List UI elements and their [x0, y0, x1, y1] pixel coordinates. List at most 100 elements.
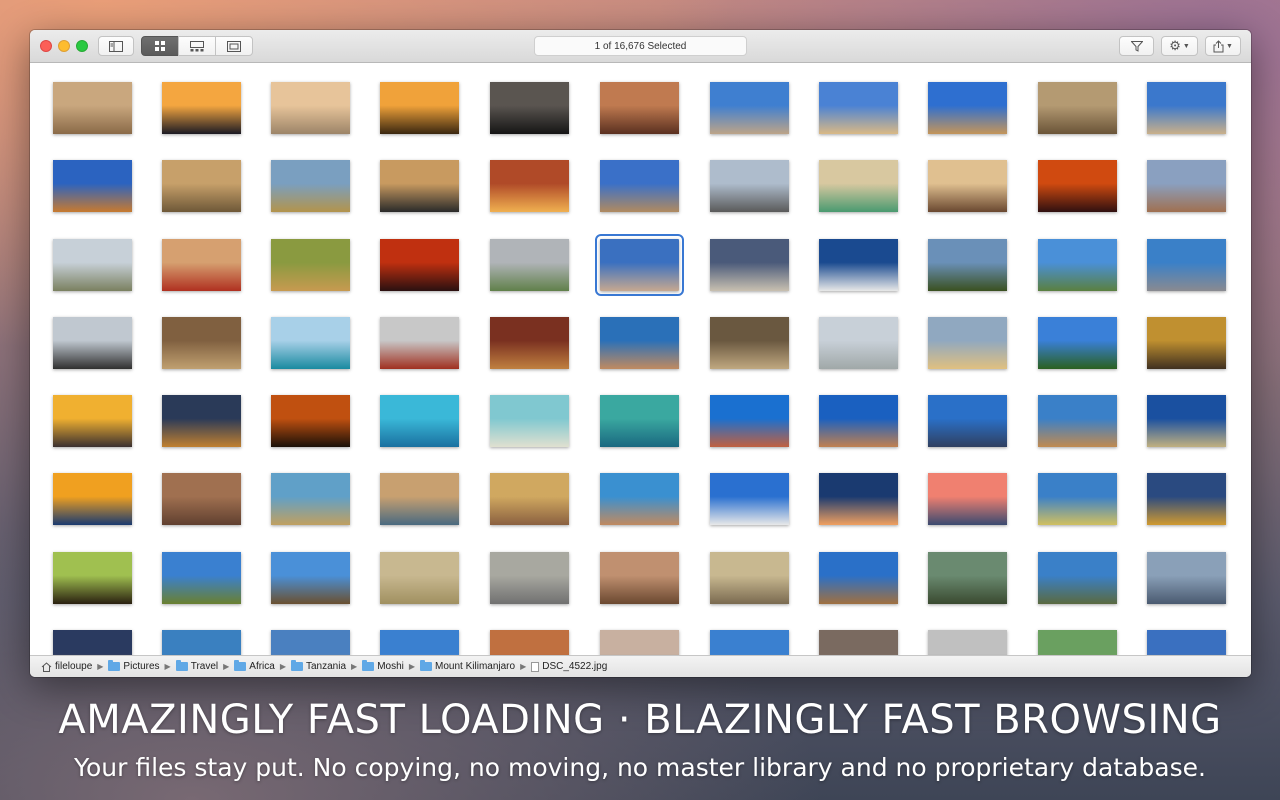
photo-thumbnail[interactable] — [1147, 630, 1226, 656]
settings-menu-button[interactable]: ⚙ ▼ — [1161, 36, 1198, 56]
photo-thumbnail[interactable] — [162, 473, 241, 525]
thumbnail-grid[interactable] — [30, 63, 1251, 656]
photo-thumbnail[interactable] — [1038, 239, 1117, 291]
photo-thumbnail[interactable] — [162, 82, 241, 134]
photo-thumbnail[interactable] — [928, 82, 1007, 134]
photo-thumbnail[interactable] — [1038, 82, 1117, 134]
photo-thumbnail[interactable] — [819, 317, 898, 369]
photo-thumbnail[interactable] — [1147, 239, 1226, 291]
photo-thumbnail[interactable] — [1147, 473, 1226, 525]
photo-thumbnail[interactable] — [819, 239, 898, 291]
photo-thumbnail[interactable] — [710, 239, 789, 291]
photo-thumbnail[interactable] — [271, 239, 350, 291]
photo-thumbnail[interactable] — [380, 317, 459, 369]
breadcrumb-item[interactable]: Travel — [175, 660, 218, 672]
photo-thumbnail[interactable] — [1038, 160, 1117, 212]
photo-thumbnail[interactable] — [600, 552, 679, 604]
photo-thumbnail[interactable] — [928, 160, 1007, 212]
zoom-button[interactable] — [76, 40, 88, 52]
photo-thumbnail[interactable] — [271, 395, 350, 447]
filmstrip-view-button[interactable] — [178, 36, 216, 56]
photo-thumbnail[interactable] — [271, 473, 350, 525]
photo-thumbnail[interactable] — [1147, 395, 1226, 447]
photo-thumbnail[interactable] — [162, 630, 241, 656]
photo-thumbnail[interactable] — [53, 239, 132, 291]
close-button[interactable] — [40, 40, 52, 52]
photo-thumbnail[interactable] — [710, 160, 789, 212]
photo-thumbnail[interactable] — [1147, 552, 1226, 604]
photo-thumbnail[interactable] — [53, 317, 132, 369]
photo-thumbnail[interactable] — [819, 552, 898, 604]
photo-thumbnail[interactable] — [928, 317, 1007, 369]
photo-thumbnail[interactable] — [928, 395, 1007, 447]
photo-thumbnail[interactable] — [271, 82, 350, 134]
minimize-button[interactable] — [58, 40, 70, 52]
photo-thumbnail[interactable] — [710, 395, 789, 447]
photo-thumbnail[interactable] — [53, 630, 132, 656]
photo-thumbnail[interactable] — [928, 239, 1007, 291]
sidebar-toggle-button[interactable] — [98, 36, 134, 56]
photo-thumbnail[interactable] — [490, 317, 569, 369]
share-menu-button[interactable]: ▼ — [1205, 36, 1241, 56]
breadcrumb-item[interactable]: Africa — [234, 660, 275, 672]
photo-thumbnail[interactable] — [600, 317, 679, 369]
photo-thumbnail[interactable] — [162, 552, 241, 604]
photo-thumbnail[interactable] — [600, 395, 679, 447]
photo-thumbnail[interactable] — [928, 473, 1007, 525]
photo-thumbnail[interactable] — [710, 473, 789, 525]
photo-thumbnail[interactable] — [380, 395, 459, 447]
photo-thumbnail[interactable] — [162, 395, 241, 447]
breadcrumb-item[interactable]: Pictures — [108, 660, 160, 672]
filter-button[interactable] — [1119, 36, 1154, 56]
photo-thumbnail[interactable] — [162, 317, 241, 369]
photo-thumbnail[interactable] — [271, 160, 350, 212]
photo-thumbnail[interactable] — [819, 160, 898, 212]
photo-thumbnail[interactable] — [490, 395, 569, 447]
photo-thumbnail[interactable] — [162, 160, 241, 212]
photo-thumbnail[interactable] — [1147, 82, 1226, 134]
photo-thumbnail[interactable] — [490, 160, 569, 212]
photo-thumbnail[interactable] — [600, 630, 679, 656]
photo-thumbnail[interactable] — [710, 317, 789, 369]
breadcrumb-item[interactable]: DSC_4522.jpg — [531, 661, 607, 672]
photo-thumbnail[interactable] — [162, 239, 241, 291]
photo-thumbnail[interactable] — [710, 630, 789, 656]
photo-thumbnail[interactable] — [53, 160, 132, 212]
photo-thumbnail[interactable] — [490, 473, 569, 525]
photo-thumbnail[interactable] — [53, 552, 132, 604]
photo-thumbnail[interactable] — [490, 239, 569, 291]
photo-thumbnail[interactable] — [1038, 630, 1117, 656]
photo-thumbnail[interactable] — [490, 630, 569, 656]
photo-thumbnail[interactable] — [1038, 552, 1117, 604]
photo-thumbnail[interactable] — [53, 82, 132, 134]
photo-thumbnail[interactable] — [271, 552, 350, 604]
photo-thumbnail[interactable] — [1147, 317, 1226, 369]
photo-thumbnail[interactable] — [271, 317, 350, 369]
photo-thumbnail[interactable] — [600, 82, 679, 134]
photo-thumbnail[interactable] — [819, 473, 898, 525]
photo-thumbnail[interactable] — [600, 473, 679, 525]
photo-thumbnail[interactable] — [1038, 395, 1117, 447]
photo-thumbnail[interactable] — [1038, 473, 1117, 525]
breadcrumb-item[interactable]: Moshi — [362, 660, 404, 672]
photo-thumbnail[interactable] — [271, 630, 350, 656]
breadcrumb-item[interactable]: fileloupe — [41, 661, 92, 672]
photo-thumbnail[interactable] — [819, 82, 898, 134]
photo-thumbnail[interactable] — [819, 395, 898, 447]
photo-thumbnail[interactable] — [380, 160, 459, 212]
photo-thumbnail[interactable] — [53, 395, 132, 447]
photo-thumbnail[interactable] — [819, 630, 898, 656]
photo-thumbnail[interactable] — [380, 473, 459, 525]
photo-thumbnail[interactable] — [595, 234, 684, 296]
photo-thumbnail[interactable] — [380, 82, 459, 134]
photo-thumbnail[interactable] — [710, 552, 789, 604]
photo-thumbnail[interactable] — [490, 82, 569, 134]
photo-thumbnail[interactable] — [600, 160, 679, 212]
photo-thumbnail[interactable] — [1147, 160, 1226, 212]
photo-thumbnail[interactable] — [490, 552, 569, 604]
photo-thumbnail[interactable] — [380, 552, 459, 604]
photo-thumbnail[interactable] — [53, 473, 132, 525]
photo-thumbnail[interactable] — [928, 552, 1007, 604]
grid-view-button[interactable] — [141, 36, 179, 56]
photo-thumbnail[interactable] — [380, 239, 459, 291]
